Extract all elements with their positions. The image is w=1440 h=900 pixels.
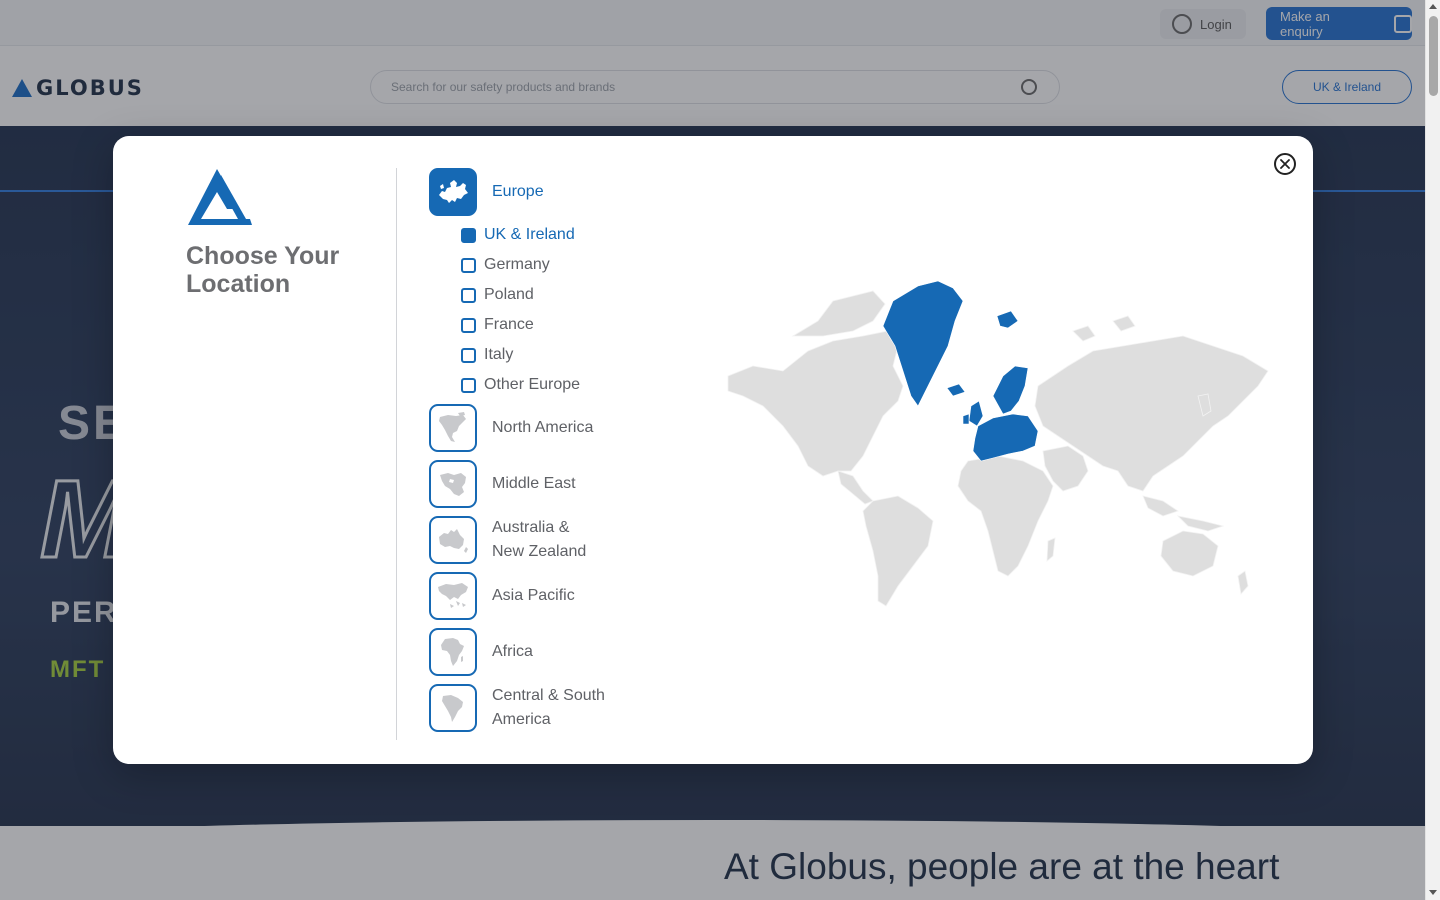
- region-label: Africa: [492, 643, 533, 660]
- region-north-america[interactable]: North America: [429, 404, 593, 452]
- country-label: Germany: [484, 256, 550, 273]
- country-germany[interactable]: Germany: [461, 256, 550, 274]
- globus-brand-icon: [188, 169, 252, 225]
- country-label: Other Europe: [484, 376, 581, 393]
- region-australia-new-zealand[interactable]: Australia & New Zealand: [429, 516, 602, 564]
- country-other-europe[interactable]: Other Europe: [461, 376, 580, 394]
- map-europe-highlight: [882, 280, 1039, 462]
- scroll-thumb[interactable]: [1429, 16, 1438, 96]
- region-label: Asia Pacific: [492, 587, 575, 604]
- australia-map-icon: [429, 516, 477, 564]
- region-europe[interactable]: Europe: [429, 168, 544, 216]
- country-label: Poland: [484, 286, 534, 303]
- close-icon: [1280, 159, 1290, 169]
- region-label: Australia & New Zealand: [492, 519, 587, 560]
- modal-divider: [396, 168, 397, 740]
- country-label: France: [484, 316, 534, 333]
- page-scrollbar[interactable]: [1425, 0, 1440, 900]
- close-button[interactable]: [1274, 153, 1296, 175]
- checkbox[interactable]: [461, 257, 476, 273]
- scroll-down-arrow-icon[interactable]: [1429, 890, 1437, 895]
- modal-title: Choose Your Location: [186, 242, 340, 298]
- europe-map-icon: [429, 168, 477, 216]
- world-map[interactable]: [723, 276, 1273, 616]
- region-label: Europe: [492, 183, 544, 200]
- region-central-south-america[interactable]: Central & South America: [429, 684, 612, 732]
- south-america-map-icon: [429, 684, 477, 732]
- country-france[interactable]: France: [461, 316, 534, 334]
- region-label: Central & South America: [492, 687, 605, 728]
- region-label: Middle East: [492, 475, 576, 492]
- checkbox[interactable]: [461, 377, 476, 393]
- country-label: Italy: [484, 346, 514, 363]
- country-italy[interactable]: Italy: [461, 346, 513, 364]
- region-middle-east[interactable]: Middle East: [429, 460, 576, 508]
- country-uk-ireland[interactable]: UK & Ireland: [461, 226, 575, 244]
- africa-map-icon: [429, 628, 477, 676]
- checkbox[interactable]: [461, 317, 476, 333]
- checkbox[interactable]: [461, 287, 476, 303]
- north-america-map-icon: [429, 404, 477, 452]
- region-asia-pacific[interactable]: Asia Pacific: [429, 572, 575, 620]
- scroll-up-arrow-icon[interactable]: [1429, 4, 1437, 9]
- country-poland[interactable]: Poland: [461, 286, 534, 304]
- asia-pacific-map-icon: [429, 572, 477, 620]
- region-africa[interactable]: Africa: [429, 628, 533, 676]
- region-label: North America: [492, 419, 594, 436]
- location-modal: Choose Your Location Europe UK & Ireland…: [113, 136, 1313, 764]
- checkbox[interactable]: [461, 347, 476, 363]
- checkbox[interactable]: [461, 227, 476, 243]
- country-label: UK & Ireland: [484, 226, 575, 243]
- middle-east-map-icon: [429, 460, 477, 508]
